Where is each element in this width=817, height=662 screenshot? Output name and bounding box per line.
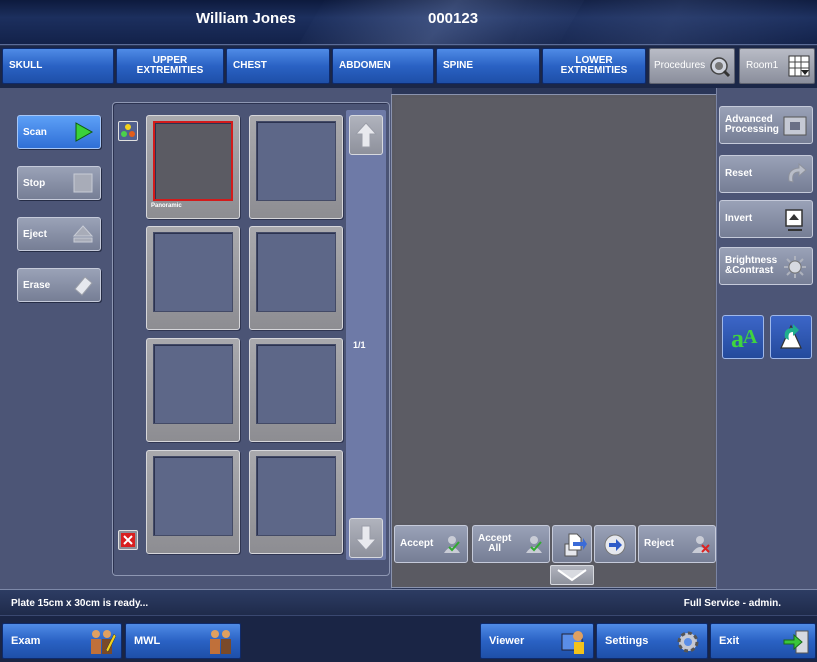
grid-dropdown-icon — [788, 55, 810, 77]
invert-icon — [785, 209, 803, 231]
page-indicator: 1/1 — [353, 340, 366, 350]
color-dots-icon — [121, 124, 135, 137]
thumbnail-image — [153, 121, 233, 201]
settings-button[interactable]: Settings — [596, 623, 708, 659]
stop-icon — [73, 173, 93, 193]
advanced-processing-button[interactable]: Advanced Processing — [719, 106, 813, 144]
eraser-icon — [74, 276, 93, 296]
viewer-button[interactable]: Viewer — [480, 623, 594, 659]
annotation-button[interactable]: a A — [722, 315, 764, 359]
thumbnail-image — [256, 344, 336, 424]
mwl-button[interactable]: MWL — [125, 623, 241, 659]
room-selector[interactable]: Room1 — [739, 48, 815, 84]
arrow-down-icon — [354, 525, 378, 551]
thumbnail-scrollbar[interactable] — [346, 110, 386, 560]
thumbnail-item[interactable] — [249, 450, 343, 554]
rotate-icon — [780, 324, 802, 349]
header-decoration — [503, 0, 817, 44]
close-icon — [121, 533, 135, 547]
undo-icon — [788, 163, 807, 183]
accept-icon — [444, 536, 460, 553]
multi-select-button[interactable] — [118, 121, 138, 141]
thumbnail-image — [256, 232, 336, 312]
reject-button[interactable]: Reject — [638, 525, 716, 563]
thumbnail-image — [256, 121, 336, 201]
image-canvas[interactable] — [395, 98, 714, 523]
text-annotation-icon: a A — [731, 324, 758, 353]
thumbnail-item[interactable] — [146, 338, 240, 442]
invert-button[interactable]: Invert — [719, 200, 813, 238]
thumbnail-label: Panoramic — [151, 203, 182, 209]
bottom-toolbar: Exam MWL Viewer Settings Exit — [0, 615, 817, 662]
delete-button[interactable] — [118, 530, 138, 550]
accept-button[interactable]: Accept — [394, 525, 468, 563]
patient-name: William Jones — [196, 10, 296, 27]
thumbnail-item[interactable] — [249, 226, 343, 330]
thumbnail-item[interactable] — [249, 338, 343, 442]
thumbnail-item[interactable] — [249, 115, 343, 219]
gear-icon — [677, 631, 699, 653]
reject-icon — [692, 536, 710, 553]
export-button[interactable] — [552, 525, 592, 563]
scroll-up-button[interactable] — [349, 115, 383, 155]
expand-toolbar-button[interactable] — [550, 565, 594, 585]
status-message: Plate 15cm x 30cm is ready... — [11, 598, 149, 609]
accept-all-icon — [526, 536, 542, 553]
export-icon — [564, 533, 587, 557]
thumbnail-image — [153, 344, 233, 424]
scan-button[interactable]: Scan — [17, 115, 101, 149]
tab-abdomen[interactable]: ABDOMEN — [332, 48, 434, 84]
user-info: Full Service - admin. — [683, 598, 781, 609]
svg-text:A: A — [743, 326, 758, 348]
thumbnail-image — [153, 232, 233, 312]
exam-icon — [91, 630, 116, 654]
send-button[interactable] — [594, 525, 636, 563]
patient-id: 000123 — [428, 10, 479, 27]
thumbnail-image — [153, 456, 233, 536]
scroll-down-button[interactable] — [349, 518, 383, 558]
erase-button[interactable]: Erase — [17, 268, 101, 302]
tab-lower-extremities[interactable]: LOWER EXTREMITIES — [542, 48, 646, 84]
send-disc-icon — [604, 534, 626, 556]
eject-icon — [72, 225, 94, 243]
tab-spine[interactable]: SPINE — [436, 48, 540, 84]
exit-icon — [783, 630, 809, 654]
thumbnail-item[interactable] — [146, 226, 240, 330]
reset-button[interactable]: Reset — [719, 155, 813, 193]
accept-all-button[interactable]: Accept All — [472, 525, 550, 563]
thumbnail-item[interactable] — [146, 450, 240, 554]
image-viewer[interactable] — [391, 94, 718, 588]
exam-button[interactable]: Exam — [2, 623, 122, 659]
tab-chest[interactable]: CHEST — [226, 48, 330, 84]
status-bar: Plate 15cm x 30cm is ready... Full Servi… — [0, 589, 817, 615]
tab-upper-extremities[interactable]: UPPER EXTREMITIES — [116, 48, 224, 84]
worklist-icon — [210, 630, 231, 654]
chevron-down-icon — [557, 569, 587, 582]
rotate-button[interactable] — [770, 315, 812, 359]
procedures-icon — [710, 57, 731, 78]
brightness-icon — [784, 256, 806, 278]
stop-button[interactable]: Stop — [17, 166, 101, 200]
procedures-button[interactable]: Procedures — [649, 48, 735, 84]
exit-button[interactable]: Exit — [710, 623, 816, 659]
arrow-up-icon — [354, 122, 378, 148]
play-icon — [75, 122, 94, 142]
viewer-icon — [561, 631, 584, 654]
body-part-tabs: SKULL UPPER EXTREMITIES CHEST ABDOMEN SPI… — [0, 46, 817, 88]
thumbnail-item[interactable]: Panoramic — [146, 115, 240, 219]
brightness-contrast-button[interactable]: Brightness &Contrast — [719, 247, 813, 285]
eject-button[interactable]: Eject — [17, 217, 101, 251]
thumbnail-image — [256, 456, 336, 536]
patient-header: William Jones 000123 — [0, 0, 817, 45]
processing-icon — [783, 116, 807, 136]
tab-skull[interactable]: SKULL — [2, 48, 114, 84]
